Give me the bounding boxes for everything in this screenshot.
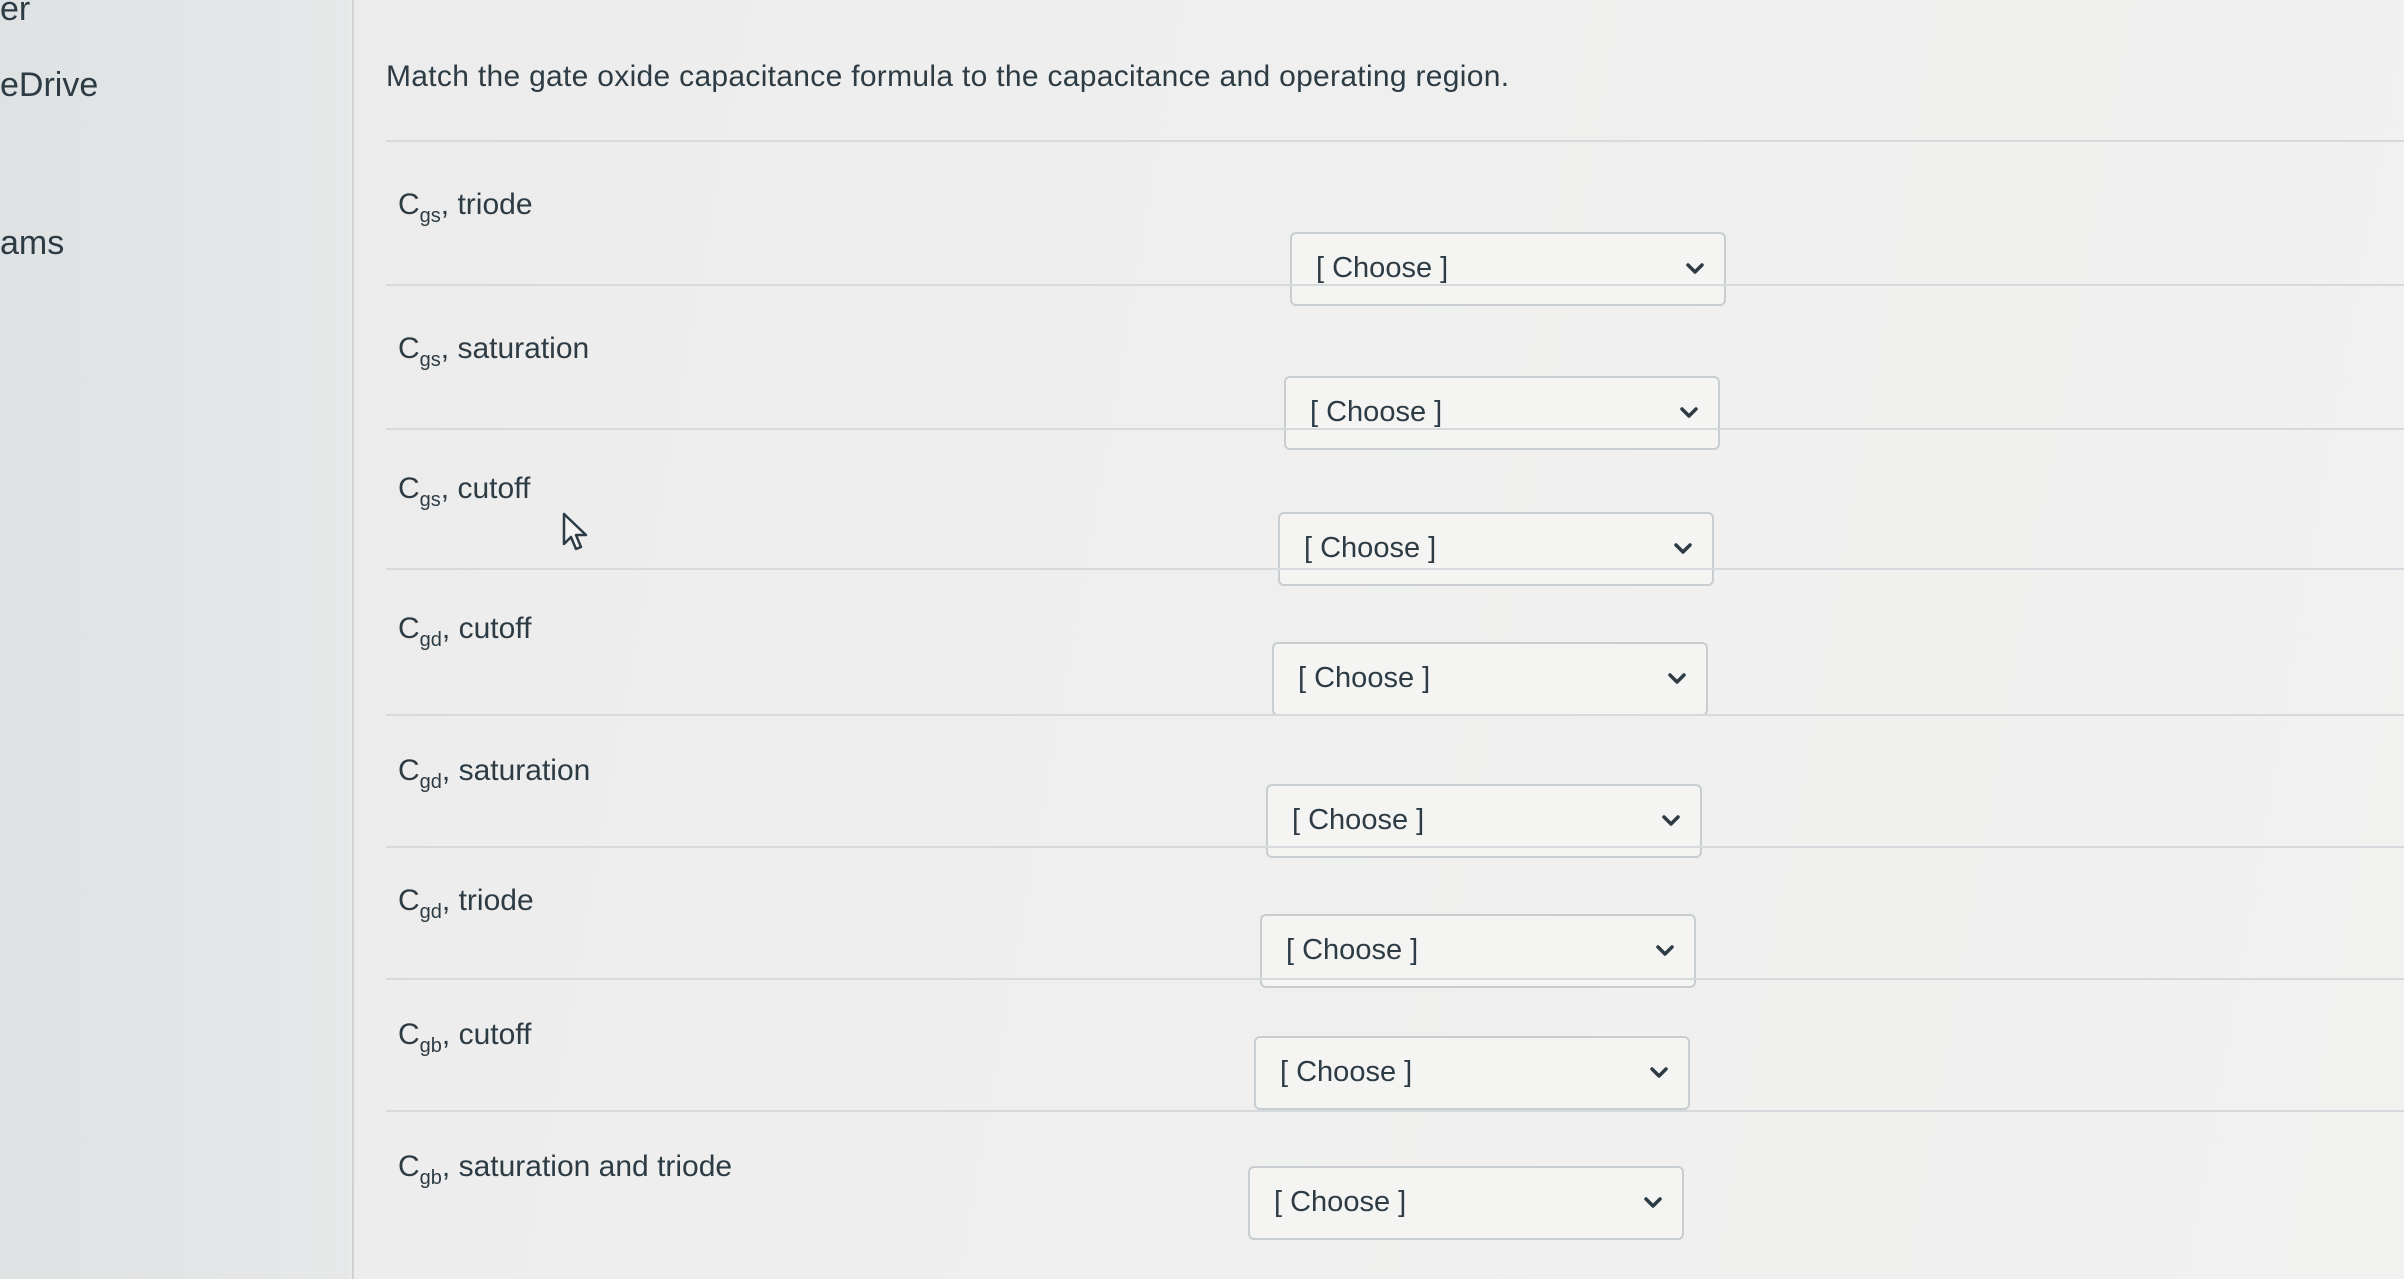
chevron-down-icon [1656, 945, 1674, 956]
divider [386, 978, 2404, 980]
divider [386, 846, 2404, 848]
quiz-question-panel: Match the gate oxide capacitance formula… [352, 0, 2404, 1279]
answer-dropdown[interactable]: [ Choose ] [1254, 1036, 1690, 1110]
chevron-down-icon [1668, 673, 1686, 684]
match-label: Cgd, cutoff [398, 612, 532, 651]
match-label: Cgb, saturation and triode [398, 1150, 733, 1189]
chevron-down-icon [1686, 263, 1704, 274]
answer-dropdown[interactable]: [ Choose ] [1278, 512, 1714, 586]
divider [386, 140, 2404, 142]
chevron-down-icon [1650, 1067, 1668, 1078]
divider [386, 284, 2404, 286]
answer-dropdown[interactable]: [ Choose ] [1248, 1166, 1684, 1240]
answer-dropdown[interactable]: [ Choose ] [1284, 376, 1720, 450]
divider [386, 428, 2404, 430]
chevron-down-icon [1680, 407, 1698, 418]
divider [386, 568, 2404, 570]
question-text: Match the gate oxide capacitance formula… [386, 60, 1510, 93]
sidebar-item-onedrive[interactable]: eDrive [0, 66, 98, 105]
match-label: Cgs, saturation [398, 332, 590, 371]
match-label: Cgd, saturation [398, 754, 591, 793]
sidebar-item-teams[interactable]: ams [0, 224, 64, 263]
answer-dropdown[interactable]: [ Choose ] [1272, 642, 1708, 716]
chevron-down-icon [1674, 543, 1692, 554]
mouse-pointer-icon [562, 512, 588, 551]
match-label: Cgs, triode [398, 188, 533, 227]
chevron-down-icon [1662, 815, 1680, 826]
sidebar-item-partial-top[interactable]: er [0, 0, 30, 29]
answer-dropdown[interactable]: [ Choose ] [1260, 914, 1696, 988]
chevron-down-icon [1644, 1197, 1662, 1208]
divider [386, 1110, 2404, 1112]
answer-dropdown[interactable]: [ Choose ] [1290, 232, 1726, 306]
divider [386, 714, 2404, 716]
course-sidebar: er eDrive ams [0, 0, 350, 1279]
match-label: Cgd, triode [398, 884, 534, 923]
match-label: Cgs, cutoff [398, 472, 531, 511]
match-label: Cgb, cutoff [398, 1018, 532, 1057]
